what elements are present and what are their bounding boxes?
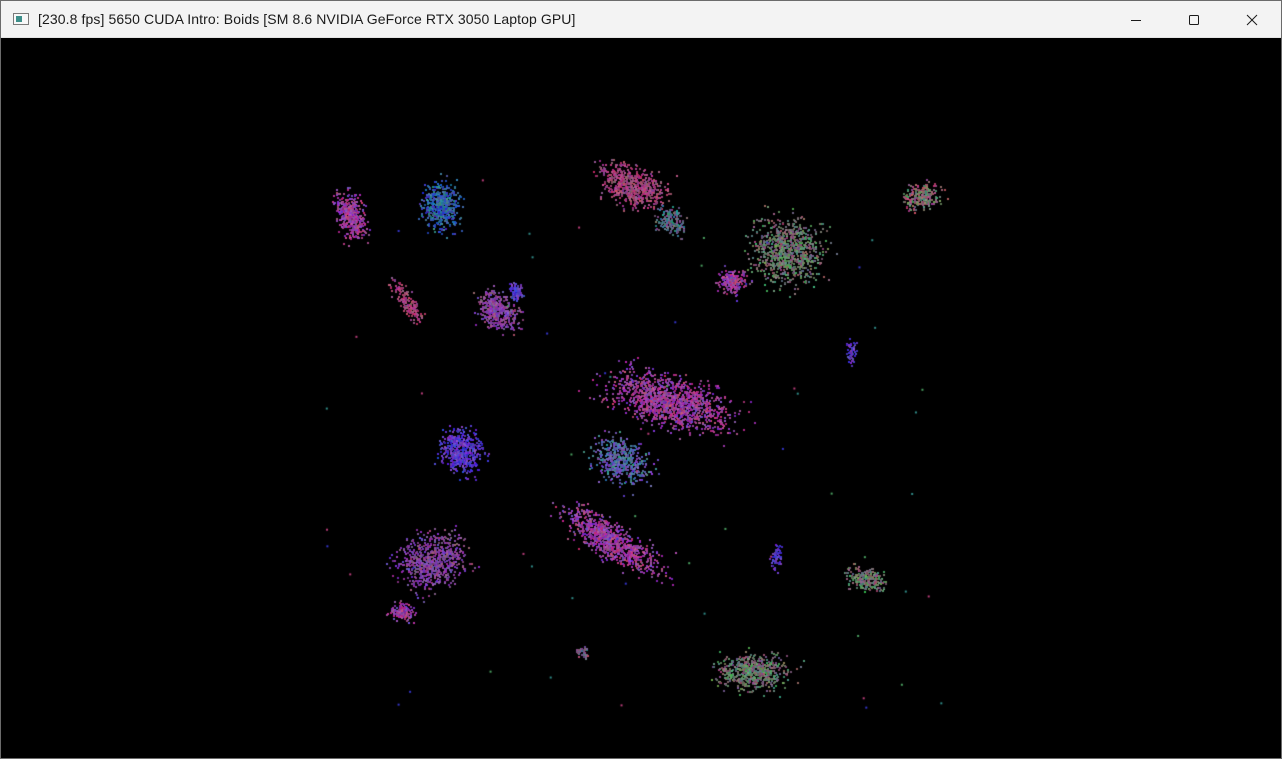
minimize-icon <box>1131 19 1141 21</box>
simulation-viewport[interactable] <box>1 38 1281 758</box>
maximize-icon <box>1189 14 1199 25</box>
minimize-button[interactable] <box>1107 1 1165 38</box>
title-bar[interactable]: [230.8 fps] 5650 CUDA Intro: Boids [SM 8… <box>1 1 1281 38</box>
app-window: [230.8 fps] 5650 CUDA Intro: Boids [SM 8… <box>0 0 1282 759</box>
boids-canvas[interactable] <box>1 38 1281 758</box>
window-title: [230.8 fps] 5650 CUDA Intro: Boids [SM 8… <box>38 11 576 27</box>
close-button[interactable] <box>1223 1 1281 38</box>
app-window-icon <box>13 13 29 25</box>
window-controls <box>1107 1 1281 38</box>
maximize-button[interactable] <box>1165 1 1223 38</box>
close-icon <box>1246 14 1258 25</box>
